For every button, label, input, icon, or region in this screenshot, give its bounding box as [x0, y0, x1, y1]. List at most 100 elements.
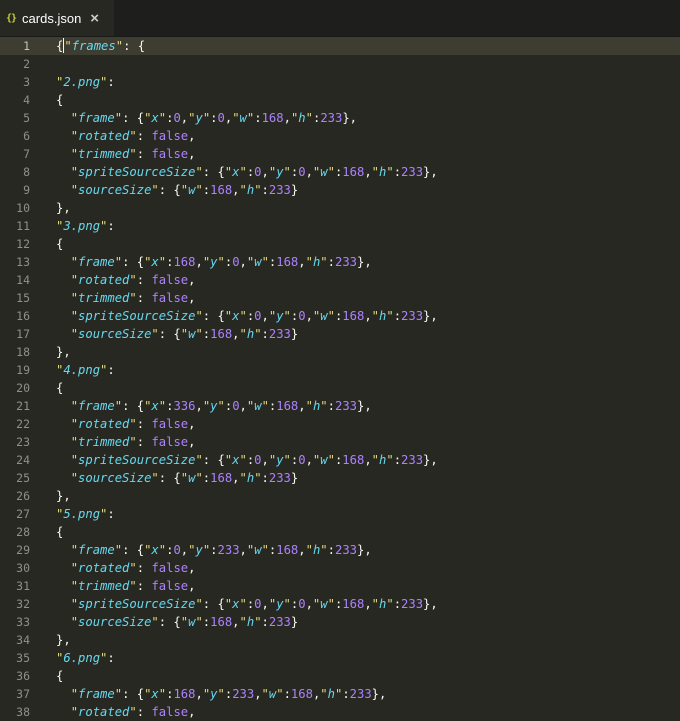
code-token: },	[56, 201, 71, 215]
code-line[interactable]: 34},	[0, 631, 680, 649]
code-token: 168	[342, 309, 365, 323]
code-token: "	[195, 615, 203, 629]
code-text: "2.png":	[56, 73, 115, 91]
line-number: 21	[16, 399, 30, 413]
code-token: },	[342, 111, 358, 125]
code-text: "3.png":	[56, 217, 115, 235]
code-line[interactable]: 29 "frame": {"x":0,"y":233,"w":168,"h":2…	[0, 541, 680, 559]
code-text: "spriteSourceSize": {"x":0,"y":0,"w":168…	[56, 307, 438, 325]
code-line[interactable]: 19 "4.png":	[0, 361, 680, 379]
code-editor[interactable]: 1 {"frames": {2 3 "2.png": 4{5 "frame": {"x"…	[0, 37, 680, 721]
code-line[interactable]: 27 "5.png":	[0, 505, 680, 523]
code-token: "	[70, 687, 79, 701]
code-line[interactable]: 20 {	[0, 379, 680, 397]
code-token: : {	[158, 327, 181, 341]
line-number: 9	[23, 183, 30, 197]
code-line[interactable]: 9 "sourceSize": {"w":168,"h":233}	[0, 181, 680, 199]
code-token: x	[151, 687, 159, 701]
code-line[interactable]: 23 "trimmed": false,	[0, 433, 680, 451]
code-token: "	[114, 255, 123, 269]
code-token: "	[386, 309, 394, 323]
code-line[interactable]: 21 "frame": {"x":336,"y":0,"w":168,"h":2…	[0, 397, 680, 415]
tab-cards-json[interactable]: {} cards.json ×	[0, 0, 114, 36]
code-token: },	[423, 597, 438, 611]
code-token: false	[151, 273, 189, 287]
code-token: 4.png	[63, 363, 101, 377]
code-token: 0	[232, 255, 240, 269]
code-line[interactable]: 7 "trimmed": false,	[0, 145, 680, 163]
code-line[interactable]: 37 "frame": {"x":168,"y":233,"w":168,"h"…	[0, 685, 680, 703]
code-token: 233	[401, 165, 424, 179]
code-line[interactable]: 32 "spriteSourceSize": {"x":0,"y":0,"w":…	[0, 595, 680, 613]
code-token: rotated	[78, 273, 130, 287]
code-token: "	[129, 705, 137, 719]
code-line[interactable]: 8 "spriteSourceSize": {"x":0,"y":0,"w":1…	[0, 163, 680, 181]
code-token: :	[393, 597, 402, 611]
code-token: sourceSize	[78, 615, 152, 629]
code-token: 5.png	[63, 507, 101, 521]
line-number: 19	[16, 363, 30, 377]
code-token: 3.png	[63, 219, 101, 233]
code-token: "	[70, 309, 79, 323]
code-line[interactable]: 14 "rotated": false,	[0, 271, 680, 289]
line-number: 38	[16, 705, 30, 719]
code-token: false	[151, 129, 189, 143]
code-token: x	[151, 255, 159, 269]
code-token: {	[56, 39, 64, 53]
code-token: :	[327, 255, 335, 269]
code-line[interactable]: 22 "rotated": false,	[0, 415, 680, 433]
code-token: "	[158, 111, 167, 125]
code-line[interactable]: 12 {	[0, 235, 680, 253]
code-line[interactable]: 17 "sourceSize": {"w":168,"h":233}	[0, 325, 680, 343]
code-line[interactable]: 25 "sourceSize": {"w":168,"h":233}	[0, 469, 680, 487]
code-line[interactable]: 3 "2.png":	[0, 73, 680, 91]
code-token: 233	[334, 255, 357, 269]
code-token: 0	[254, 165, 262, 179]
code-token: w	[239, 111, 247, 125]
code-token: {	[56, 93, 64, 107]
code-token: "	[320, 687, 328, 701]
line-number: 29	[16, 543, 30, 557]
code-text: },	[56, 343, 71, 361]
code-line[interactable]: 24 "spriteSourceSize": {"x":0,"y":0,"w":…	[0, 451, 680, 469]
code-token: 0	[298, 165, 306, 179]
code-token: 0	[173, 543, 181, 557]
code-token: ,	[261, 165, 269, 179]
code-line[interactable]: 28 {	[0, 523, 680, 541]
code-token: "	[283, 165, 291, 179]
code-token: ,	[305, 309, 313, 323]
code-token: "	[239, 615, 247, 629]
code-token: "	[114, 399, 123, 413]
code-line[interactable]: 35 "6.png":	[0, 649, 680, 667]
code-line[interactable]: 10},	[0, 199, 680, 217]
code-token: "	[70, 417, 79, 431]
code-line[interactable]: 5 "frame": {"x":0,"y":0,"w":168,"h":233}…	[0, 109, 680, 127]
code-line[interactable]: 31 "trimmed": false,	[0, 577, 680, 595]
code-token: y	[195, 543, 203, 557]
code-line[interactable]: 11 "3.png":	[0, 217, 680, 235]
code-text: {	[56, 235, 63, 253]
code-line[interactable]: 18},	[0, 343, 680, 361]
code-line[interactable]: 4{	[0, 91, 680, 109]
close-icon[interactable]: ×	[90, 10, 99, 27]
code-line[interactable]: 6 "rotated": false,	[0, 127, 680, 145]
code-text: "sourceSize": {"w":168,"h":233}	[56, 613, 299, 631]
code-token: "	[70, 273, 79, 287]
code-line[interactable]: 36 {	[0, 667, 680, 685]
code-line[interactable]: 15 "trimmed": false,	[0, 289, 680, 307]
code-line[interactable]: 33 "sourceSize": {"w":168,"h":233}	[0, 613, 680, 631]
code-line[interactable]: 2	[0, 55, 680, 73]
code-line[interactable]: 13 "frame": {"x":168,"y":0,"w":168,"h":2…	[0, 253, 680, 271]
code-line[interactable]: 38 "rotated": false,	[0, 703, 680, 721]
code-line[interactable]: 26},	[0, 487, 680, 505]
code-token: "	[70, 291, 79, 305]
code-token: "	[320, 255, 328, 269]
code-token: :	[327, 399, 335, 413]
code-line[interactable]: 30 "rotated": false,	[0, 559, 680, 577]
code-token: "	[327, 309, 335, 323]
code-line[interactable]: 1 {"frames": {	[0, 37, 680, 55]
code-line[interactable]: 16 "spriteSourceSize": {"x":0,"y":0,"w":…	[0, 307, 680, 325]
code-token: ,	[364, 309, 372, 323]
code-token: 0	[254, 453, 262, 467]
